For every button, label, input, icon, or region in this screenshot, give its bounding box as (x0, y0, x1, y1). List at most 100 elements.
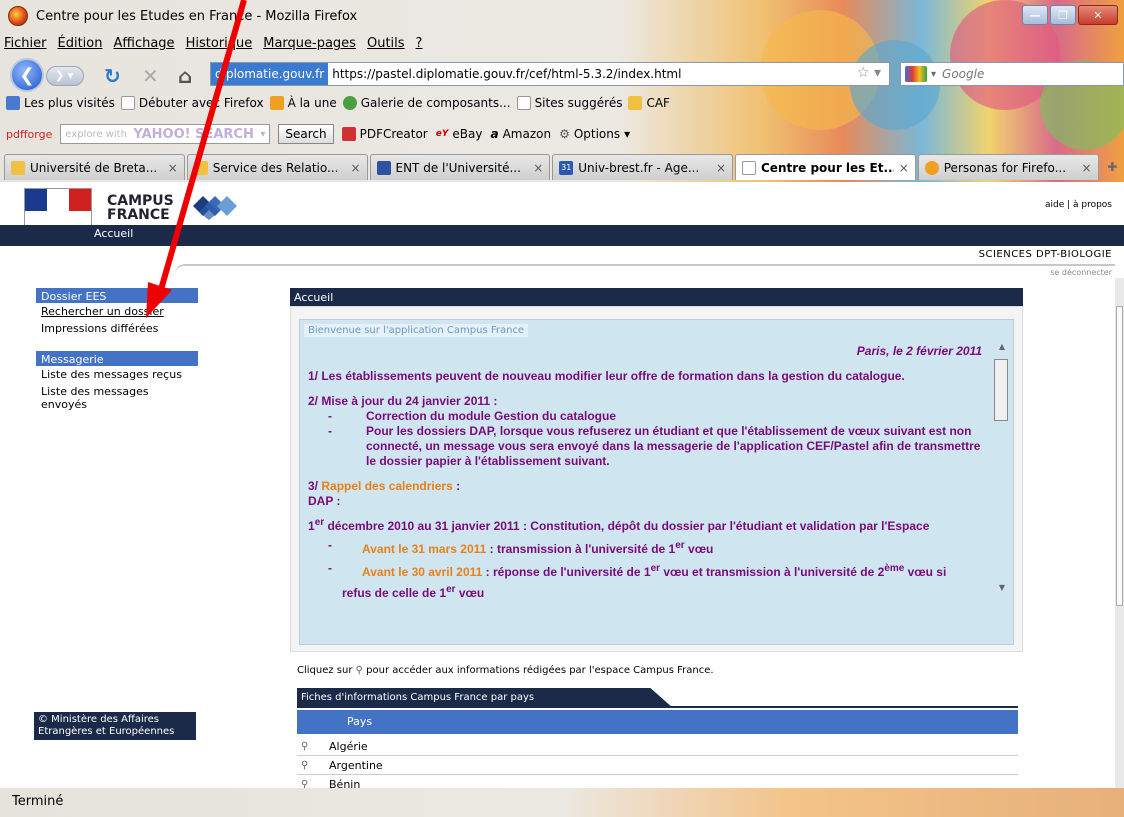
menu-edition[interactable]: Édition (58, 36, 103, 51)
forward-button[interactable]: ❯ ▾ (46, 66, 84, 86)
bookmark-a-la-une[interactable]: À la une (269, 96, 337, 110)
minimize-button[interactable]: — (1022, 5, 1048, 25)
news-content: Paris, le 2 février 2011 1/ Les établiss… (308, 342, 988, 638)
page-icon (742, 160, 756, 175)
site-nav-bar (0, 225, 1124, 246)
magnifier-icon[interactable]: ⚲ (301, 760, 329, 771)
pdfforge-logo[interactable]: pdfforge (6, 128, 52, 141)
menu-bar: Fichier Édition Affichage Historique Mar… (4, 36, 422, 51)
status-bar: Terminé (0, 788, 1124, 817)
news-calendar-bullet-2: - Avant le 30 avril 2011 : réponse de l'u… (328, 561, 947, 579)
back-button[interactable]: ❮ (10, 58, 44, 92)
bookmark-debuter[interactable]: Débuter avec Firefox (120, 96, 264, 110)
tab-close-icon[interactable]: × (1081, 161, 1091, 175)
magnifier-icon[interactable]: ⚲ (301, 779, 329, 788)
yahoo-search-input[interactable]: explore with YAHOO! SEARCH ▾ (60, 124, 271, 144)
bookmark-sites-suggeres[interactable]: Sites suggérés (516, 96, 622, 110)
gear-icon: ⚙ (559, 127, 570, 141)
news-point-2-bullet-1: - Correction du module Gestion du catalog… (328, 409, 617, 423)
pdfcreator-button[interactable]: PDFCreator (341, 127, 428, 141)
amazon-button[interactable]: a Amazon (490, 127, 551, 141)
tab-favicon-icon (11, 160, 25, 175)
page-scrollbar-thumb[interactable] (1116, 306, 1123, 606)
bookmark-caf[interactable]: CAF (628, 96, 670, 110)
menu-marque-pages[interactable]: Marque-pages (263, 36, 356, 51)
menu-help[interactable]: ? (416, 36, 423, 51)
tab-close-icon[interactable]: × (350, 161, 360, 175)
amazon-icon: a (490, 127, 499, 141)
home-icon[interactable]: ⌂ (178, 64, 192, 88)
table-row[interactable]: ⚲ Argentine (297, 757, 1018, 775)
stop-icon[interactable]: ✕ (142, 64, 159, 88)
url-bar[interactable]: diplomatie.gouv.fr https://pastel.diplom… (210, 62, 890, 86)
rss-icon (269, 96, 284, 110)
tab-universite-bretagne[interactable]: Université de Breta... × (4, 154, 185, 180)
page-icon (516, 96, 531, 110)
yahoo-search-button[interactable]: Search (278, 124, 334, 144)
news-dap-label: DAP : (308, 494, 341, 508)
tab-close-icon[interactable]: × (533, 161, 543, 175)
tab-service-relations[interactable]: Service des Relatio... × (186, 154, 368, 180)
bookmark-galerie[interactable]: Galerie de composants... (342, 96, 511, 110)
menu-fichier[interactable]: Fichier (4, 36, 47, 51)
tab-univ-brest-agenda[interactable]: 31 Univ-brest.fr - Age... × (552, 154, 733, 180)
header-links[interactable]: aide | à propos (1045, 200, 1112, 210)
reload-icon[interactable]: ↻ (104, 64, 121, 88)
options-button[interactable]: ⚙ Options ▾ (559, 127, 630, 141)
maximize-button[interactable]: ❐ (1050, 5, 1076, 25)
tab-ent-universite[interactable]: ENT de l'Université... × (369, 154, 551, 180)
search-box[interactable]: ▾ Google (900, 62, 1124, 86)
table-row[interactable]: ⚲ Algérie (297, 738, 1018, 756)
news-scrollbar[interactable]: ▲ ▼ (994, 342, 1010, 614)
nav-accueil[interactable]: Accueil (94, 227, 133, 240)
google-engine-icon[interactable] (905, 66, 927, 82)
nav-section-messagerie: Messagerie (36, 351, 198, 366)
pays-column-header[interactable]: Pays (297, 710, 1018, 734)
bookmark-plus-visites[interactable]: Les plus visités (6, 96, 115, 110)
dropdown-icon[interactable]: ▾ (260, 129, 265, 140)
ebay-button[interactable]: eY eBay (436, 127, 483, 141)
tab-favicon-icon (376, 160, 391, 175)
news-calendar-line-1: 1er décembre 2010 au 31 janvier 2011 : C… (308, 517, 930, 533)
ministry-footer: © Ministère des Affaires Etrangères et E… (34, 712, 196, 740)
navigation-bar: ❮ ❯ ▾ ↻ ✕ ⌂ diplomatie.gouv.fr https://p… (0, 56, 1124, 92)
nav-impressions-differees[interactable]: Impressions différées (36, 320, 198, 337)
tab-close-icon[interactable]: × (168, 161, 178, 175)
menu-historique[interactable]: Historique (186, 36, 253, 51)
nav-rechercher-dossier[interactable]: Rechercher un dossier (36, 303, 198, 320)
scrollbar-thumb[interactable] (994, 359, 1008, 421)
magnifier-icon[interactable]: ⚲ (301, 741, 329, 752)
news-point-2-title: 2/ Mise à jour du 24 janvier 2011 : (308, 394, 498, 408)
tab-centre-etudes[interactable]: Centre pour les Et... × (735, 154, 916, 180)
site-identity-badge[interactable]: diplomatie.gouv.fr (211, 63, 329, 85)
page-scrollbar[interactable] (1115, 278, 1124, 788)
star-bookmark-icon[interactable]: ☆ ▾ (857, 65, 881, 81)
engine-dropdown-icon[interactable]: ▾ (931, 69, 936, 80)
menu-outils[interactable]: Outils (367, 36, 405, 51)
news-box: Bienvenue sur l'application Campus Franc… (299, 319, 1014, 645)
fiches-tab[interactable]: Fiches d'informations Campus France par … (297, 688, 673, 708)
header-curve-divider (175, 264, 1115, 274)
fiches-divider (297, 706, 1018, 708)
table-row[interactable]: ⚲ Bénin (297, 776, 1018, 788)
globe-icon (342, 96, 357, 110)
scroll-up-icon[interactable]: ▲ (994, 342, 1010, 351)
tab-close-icon[interactable]: × (899, 161, 909, 175)
scroll-down-icon[interactable]: ▼ (994, 583, 1010, 592)
window-title: Centre pour les Etudes en France - Mozil… (36, 8, 358, 24)
tab-close-icon[interactable]: × (716, 161, 726, 175)
campus-france-logo[interactable]: CAMPUS FRANCE (107, 194, 174, 222)
tab-personas[interactable]: Personas for Firefo... × (917, 154, 1099, 180)
personas-icon (924, 160, 939, 175)
bookmark-folder-icon (6, 96, 20, 110)
new-tab-button[interactable]: ✚ (1101, 155, 1124, 179)
firefox-chrome: Centre pour les Etudes en France - Mozil… (0, 0, 1124, 182)
url-text[interactable]: https://pastel.diplomatie.gouv.fr/cef/ht… (328, 67, 681, 81)
close-window-button[interactable]: ✕ (1078, 5, 1118, 25)
nav-messages-recus[interactable]: Liste des messages reçus (36, 366, 198, 383)
nav-messages-envoyes[interactable]: Liste des messages envoyés (36, 383, 198, 413)
news-date: Paris, le 2 février 2011 (856, 344, 982, 358)
welcome-text: Bienvenue sur l'application Campus Franc… (304, 324, 529, 337)
menu-affichage[interactable]: Affichage (113, 36, 174, 51)
logout-link[interactable]: se déconnecter (1050, 268, 1112, 277)
